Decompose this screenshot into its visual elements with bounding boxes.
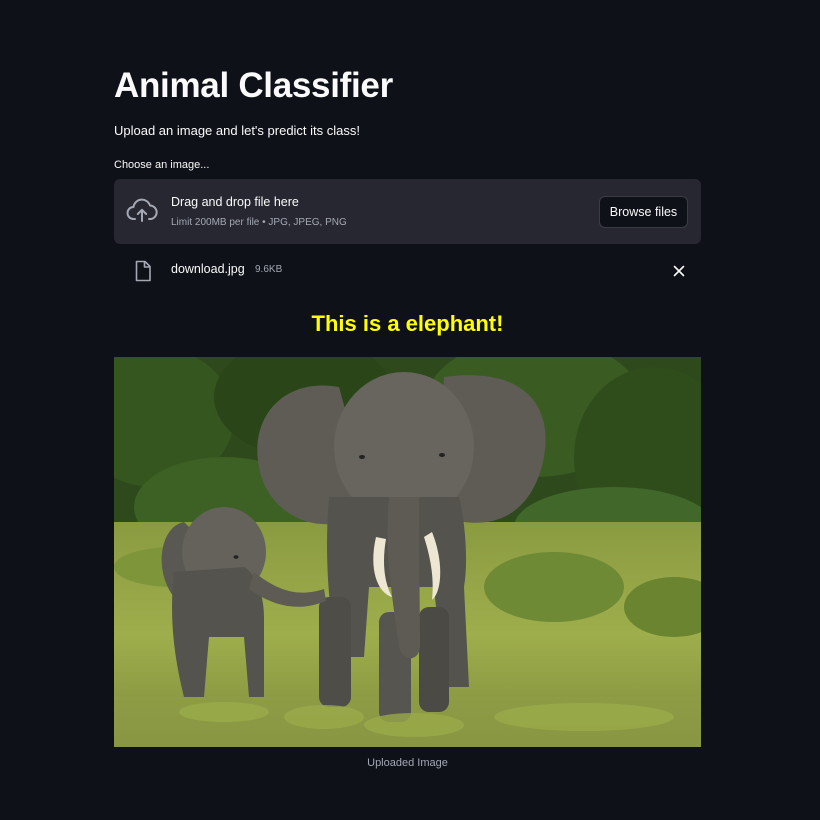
file-dropzone[interactable]: Drag and drop file here Limit 200MB per … <box>114 179 701 244</box>
file-size: 9.6KB <box>255 264 283 275</box>
image-caption: Uploaded Image <box>367 757 448 769</box>
page-subtitle: Upload an image and let's predict its cl… <box>114 123 360 138</box>
elephant-photo <box>114 357 701 747</box>
cloud-upload-icon <box>126 198 158 222</box>
prediction-result: This is a elephant! <box>311 311 504 336</box>
dropzone-instructions: Drag and drop file here <box>171 195 299 209</box>
browse-files-button[interactable]: Browse files <box>599 196 688 228</box>
close-icon[interactable] <box>672 264 686 278</box>
page-title: Animal Classifier <box>114 66 393 105</box>
app-root: Animal Classifier Upload an image and le… <box>0 0 820 820</box>
file-name: download.jpg <box>171 262 245 276</box>
file-icon <box>135 260 151 282</box>
uploaded-file-row: download.jpg 9.6KB <box>114 254 701 288</box>
uploaded-image <box>114 357 701 747</box>
dropzone-limit: Limit 200MB per file • JPG, JPEG, PNG <box>171 217 347 228</box>
uploader-label: Choose an image... <box>114 159 210 171</box>
